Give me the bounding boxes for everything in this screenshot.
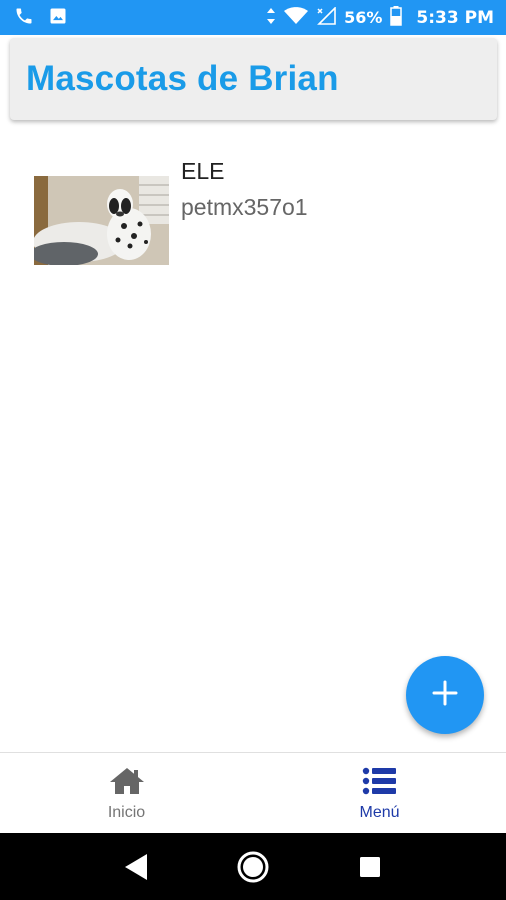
battery-percent: 56% [344, 8, 383, 27]
status-left-icons [14, 6, 68, 30]
add-pet-button[interactable] [406, 656, 484, 734]
signal-icon [316, 5, 336, 29]
phone-icon [14, 6, 34, 30]
pet-code: petmx357o1 [181, 194, 308, 220]
page-title: Mascotas de Brian [26, 59, 339, 98]
clock: 5:33 PM [416, 7, 494, 28]
wifi-icon [284, 6, 309, 29]
pet-photo [34, 176, 169, 265]
bottom-navigation: Inicio Menú [0, 752, 506, 833]
pet-list-item[interactable]: ELE petmx357o1 [34, 154, 474, 274]
battery-icon [390, 5, 403, 30]
recents-icon[interactable] [348, 845, 392, 889]
image-icon [48, 6, 68, 30]
pet-name: ELE [181, 158, 225, 184]
status-right-icons: 56% 5:33 PM [266, 5, 494, 30]
nav-item-inicio[interactable]: Inicio [0, 753, 253, 833]
nav-label-inicio: Inicio [107, 804, 146, 821]
plus-icon [432, 680, 458, 711]
status-bar: 56% 5:33 PM [0, 0, 506, 35]
back-icon[interactable] [114, 845, 158, 889]
data-arrows-icon [266, 7, 276, 29]
app-bar: Mascotas de Brian [10, 38, 497, 120]
nav-label-menu: Menú [359, 804, 400, 821]
home-icon [109, 767, 145, 800]
home-circle-icon[interactable] [231, 845, 275, 889]
nav-item-menu[interactable]: Menú [253, 753, 506, 833]
system-navigation-bar [0, 833, 506, 900]
list-icon [362, 767, 398, 800]
